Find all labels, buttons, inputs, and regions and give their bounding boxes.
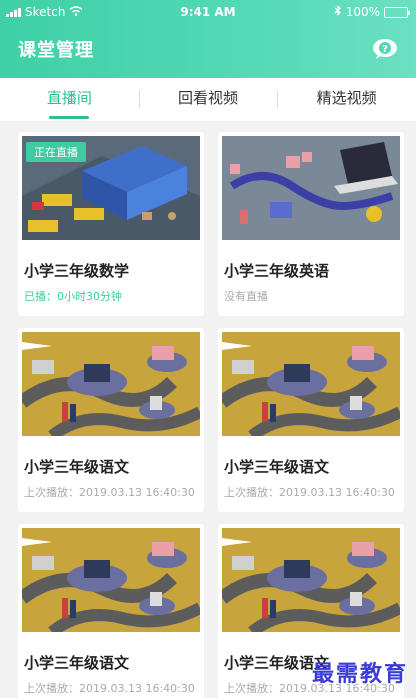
course-title: 小学三年级语文 <box>224 458 330 476</box>
course-thumbnail: 正在直播 <box>22 136 200 240</box>
course-status: 上次播放：2019.03.13 16:40:30 <box>24 486 195 499</box>
tab-1[interactable]: 回看视频 <box>138 78 278 121</box>
course-status: 上次播放：2019.03.13 16:40:30 <box>24 682 195 695</box>
tab-2[interactable]: 精选视频 <box>277 78 416 121</box>
help-button[interactable]: ? <box>372 38 398 60</box>
course-title: 小学三年级语文 <box>24 654 130 672</box>
svg-text:?: ? <box>382 44 388 55</box>
question-bubble-icon: ? <box>373 39 397 59</box>
tab-bar: 直播间 回看视频 精选视频 <box>0 78 416 122</box>
course-illustration <box>22 332 200 436</box>
course-title: 小学三年级英语 <box>224 262 330 280</box>
app-header: Sketch 9:41 AM 100% 课堂管理 ? <box>0 0 416 78</box>
battery-icon <box>384 6 410 18</box>
course-illustration <box>222 332 400 436</box>
course-title: 小学三年级数学 <box>24 262 130 280</box>
course-thumbnail <box>222 528 400 632</box>
course-status: 上次播放：2019.03.13 16:40:30 <box>224 486 395 499</box>
watermark-logo: 最需教育 <box>311 661 408 687</box>
course-card[interactable]: 小学三年级语文上次播放：2019.03.13 16:40:30 <box>18 328 204 512</box>
tab-0[interactable]: 直播间 <box>0 78 139 121</box>
course-illustration <box>222 136 400 240</box>
status-bar: Sketch 9:41 AM 100% <box>0 0 416 24</box>
course-illustration <box>222 528 400 632</box>
course-card[interactable]: 小学三年级英语没有直播 <box>218 132 404 316</box>
course-status: 没有直播 <box>224 290 268 303</box>
bluetooth-icon <box>334 5 342 19</box>
course-illustration <box>22 528 200 632</box>
battery-percent: 100% <box>345 5 380 19</box>
page-title: 课堂管理 <box>18 40 94 61</box>
course-thumbnail <box>222 332 400 436</box>
course-title: 小学三年级语文 <box>24 458 130 476</box>
live-badge: 正在直播 <box>26 142 86 162</box>
course-card[interactable]: 正在直播小学三年级数学已播：0小时30分钟 <box>18 132 204 316</box>
course-thumbnail <box>222 136 400 240</box>
course-card[interactable]: 小学三年级语文上次播放：2019.03.13 16:40:30 <box>18 524 204 698</box>
course-thumbnail <box>22 332 200 436</box>
course-status: 已播：0小时30分钟 <box>24 290 122 303</box>
course-card[interactable]: 小学三年级语文上次播放：2019.03.13 16:40:30 <box>218 328 404 512</box>
course-thumbnail <box>22 528 200 632</box>
